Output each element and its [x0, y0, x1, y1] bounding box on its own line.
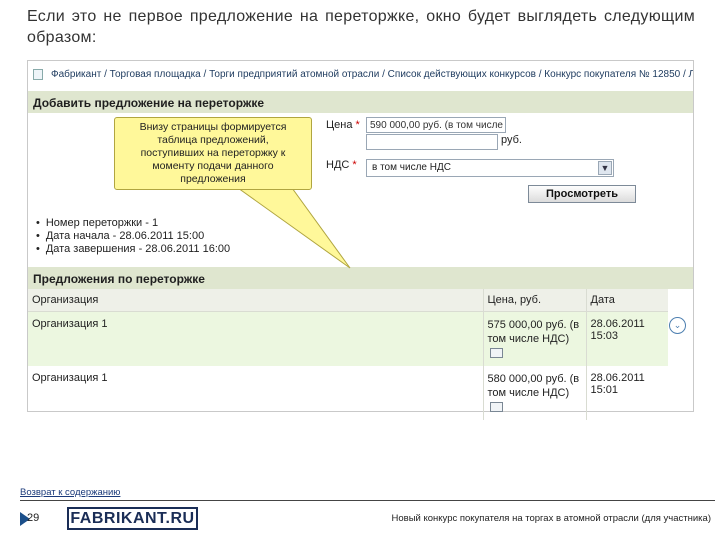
callout-note: Внизу страницы формируется таблица предл… — [114, 117, 312, 190]
callout-pointer — [236, 187, 351, 269]
